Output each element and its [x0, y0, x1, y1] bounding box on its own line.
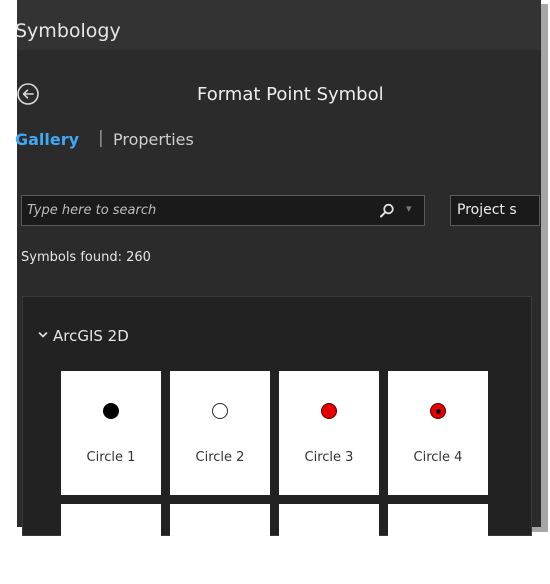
symbol-tile-circle-2[interactable]: Circle 2	[170, 371, 270, 495]
circle-2-icon	[212, 403, 228, 419]
symbol-tile-circle-3[interactable]: Circle 3	[279, 371, 379, 495]
project-styles-dropdown[interactable]: Project s	[450, 195, 540, 226]
symbol-label: Circle 2	[195, 450, 245, 465]
symbol-tile-circle-4[interactable]: Circle 4	[388, 371, 488, 495]
project-styles-label: Project s	[457, 202, 517, 218]
circle-4-icon	[430, 403, 446, 419]
format-symbol-title: Format Point Symbol	[197, 84, 384, 105]
group-title-arcgis-2d[interactable]: ArcGIS 2D	[53, 327, 129, 345]
chevron-down-icon[interactable]	[38, 330, 48, 340]
symbol-label: Circle 3	[304, 450, 354, 465]
symbol-label: Circle 1	[86, 450, 136, 465]
symbols-found-count: Symbols found: 260	[21, 250, 151, 265]
search-icon[interactable]	[378, 202, 396, 220]
symbol-tile[interactable]	[170, 504, 270, 584]
tab-properties[interactable]: Properties	[113, 130, 194, 149]
symbol-tile-circle-1[interactable]: Circle 1	[61, 371, 161, 495]
search-options-chevron-icon[interactable]: ▾	[406, 202, 412, 215]
search-placeholder: Type here to search	[27, 203, 157, 218]
symbol-tile[interactable]	[61, 504, 161, 584]
symbol-label: Circle 4	[413, 450, 463, 465]
tab-separator: |	[98, 128, 104, 148]
pane-title: Symbology	[15, 20, 121, 42]
search-input[interactable]: Type here to search ▾	[21, 195, 425, 226]
back-arrow-icon[interactable]	[16, 82, 40, 106]
symbol-tile[interactable]	[279, 504, 379, 584]
tab-gallery[interactable]: Gallery	[15, 130, 79, 149]
circle-1-icon	[103, 403, 119, 419]
symbol-tile[interactable]	[388, 504, 488, 584]
circle-3-icon	[321, 403, 337, 419]
